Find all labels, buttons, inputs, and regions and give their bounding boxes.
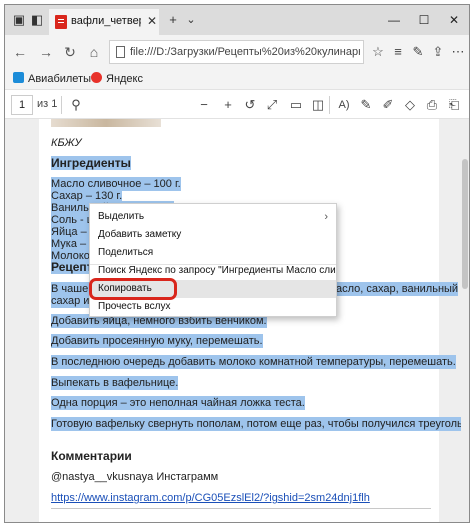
toolbar-divider (329, 96, 330, 114)
menu-item-label: Выделить (98, 211, 145, 222)
browser-window: ▣ ◧ вафли_четвертинки.pd ✕ + ⌄ — ☐ ✕ ← →… (4, 4, 470, 523)
yandex-icon (91, 72, 102, 83)
title-bar: ▣ ◧ вафли_четвертинки.pd ✕ + ⌄ — ☐ ✕ (5, 5, 469, 35)
forward-icon[interactable]: → (37, 43, 55, 61)
favorite-yandex[interactable]: Яндекс (91, 72, 143, 86)
document-icon (116, 46, 125, 58)
maximize-icon[interactable]: ☐ (409, 5, 439, 35)
step-line: Добавить просеянную муку, перемешать. (51, 334, 263, 348)
favorite-star-icon[interactable]: ☆ (369, 43, 387, 61)
chevron-right-icon: › (324, 211, 328, 223)
favorites-bar: Авиабилеты Яндекс (5, 69, 469, 89)
read-aloud-icon[interactable]: A) (335, 96, 353, 114)
minimize-icon[interactable]: — (379, 5, 409, 35)
draw-icon[interactable]: ✎ (357, 96, 375, 114)
plane-icon (13, 72, 24, 83)
fit-page-icon[interactable]: ⤢ (263, 96, 281, 114)
page-total: из 1 (37, 98, 58, 110)
window-menu-icon[interactable]: ▣ (11, 12, 27, 28)
erase-icon[interactable]: ◇ (401, 96, 419, 114)
step-line: Выпекать в вафельнице. (51, 376, 179, 390)
menu-item-label: Добавить заметку (98, 229, 182, 240)
tab-list-icon[interactable]: ⌄ (183, 12, 199, 28)
two-page-icon[interactable]: ◫ (309, 96, 327, 114)
step-line: Готовую вафельку свернуть пополам, потом… (51, 417, 469, 431)
tab-title: вафли_четвертинки.pd (71, 15, 141, 27)
new-tab-icon[interactable]: + (165, 12, 181, 28)
pdf-file-icon (55, 15, 67, 29)
step-line: В последнюю очередь добавить молоко комн… (51, 355, 456, 369)
notes-pen-icon[interactable]: ✎ (409, 43, 427, 61)
url-text: file:///D:/Загрузки/Рецепты%20из%20кулин… (130, 46, 360, 58)
menu-item-label: Поиск Яндекс по запросу "Ингредиенты Мас… (98, 265, 336, 276)
divider-line (51, 508, 431, 509)
favorites-list-icon[interactable]: ≡ (389, 43, 407, 61)
page-view-icon[interactable]: ▭ (287, 96, 305, 114)
share-icon[interactable]: ⇪ (429, 43, 447, 61)
tab-active[interactable]: вафли_четвертинки.pd ✕ (49, 9, 159, 35)
favorite-label: Яндекс (106, 73, 143, 85)
pdf-page: КБЖУ Ингредиенты Масло сливочное – 100 г… (39, 119, 469, 522)
comments-heading: Комментарии (51, 449, 132, 463)
address-bar: ← → ↻ ⌂ file:///D:/Загрузки/Рецепты%20из… (5, 35, 469, 69)
home-icon[interactable]: ⌂ (85, 43, 103, 61)
close-tab-icon[interactable]: ✕ (147, 14, 157, 28)
back-icon[interactable]: ← (11, 43, 29, 61)
url-field[interactable]: file:///D:/Загрузки/Рецепты%20из%20кулин… (109, 40, 364, 64)
print-icon[interactable]: ⎙ (423, 96, 441, 114)
document-viewport: КБЖУ Ингредиенты Масло сливочное – 100 г… (5, 119, 469, 522)
comment-author: @nastya__vkusnaya Инстаграмм (51, 471, 219, 483)
ingredients-heading: Ингредиенты (51, 156, 131, 170)
menu-item-select[interactable]: Выделить › (90, 208, 336, 226)
save-icon[interactable]: ⎗ (445, 96, 463, 114)
menu-item-label: Поделиться (98, 247, 154, 258)
rotate-icon[interactable]: ↺ (241, 96, 259, 114)
kbju-label: КБЖУ (51, 137, 82, 149)
favorite-aviabilety[interactable]: Авиабилеты (13, 72, 91, 86)
zoom-in-icon[interactable]: + (219, 96, 237, 114)
recipe-heading: Рецепт (51, 260, 93, 274)
toolbar-divider (61, 96, 62, 114)
tab-actions-icon[interactable]: ◧ (29, 12, 45, 28)
menu-item-add-note[interactable]: Добавить заметку (90, 226, 336, 244)
menu-item-share[interactable]: Поделиться (90, 244, 336, 262)
copy-highlight-callout (89, 278, 177, 300)
favorite-label: Авиабилеты (28, 73, 92, 85)
close-window-icon[interactable]: ✕ (439, 5, 469, 35)
waffle-photo (51, 119, 161, 127)
search-icon[interactable]: ⚲ (67, 96, 85, 114)
menu-item-label: Прочесть вслух (98, 301, 171, 312)
pdf-toolbar: 1 из 1 ⚲ − + ↺ ⤢ ▭ ◫ A) ✎ ✐ ◇ ⎙ ⎗ (5, 89, 469, 119)
scrollbar-thumb[interactable] (462, 159, 468, 289)
page-number-input[interactable]: 1 (11, 95, 33, 115)
step-line: Одна порция – это неполная чайная ложка … (51, 396, 305, 410)
more-menu-icon[interactable]: ⋯ (449, 43, 467, 61)
refresh-icon[interactable]: ↻ (61, 43, 79, 61)
highlight-icon[interactable]: ✐ (379, 96, 397, 114)
menu-item-read-aloud[interactable]: Прочесть вслух (90, 298, 336, 316)
step-line: асло, сахар, ванильный (336, 282, 459, 296)
zoom-out-icon[interactable]: − (195, 96, 213, 114)
instagram-link[interactable]: https://www.instagram.com/p/CG05EzslEl2/… (51, 491, 370, 505)
